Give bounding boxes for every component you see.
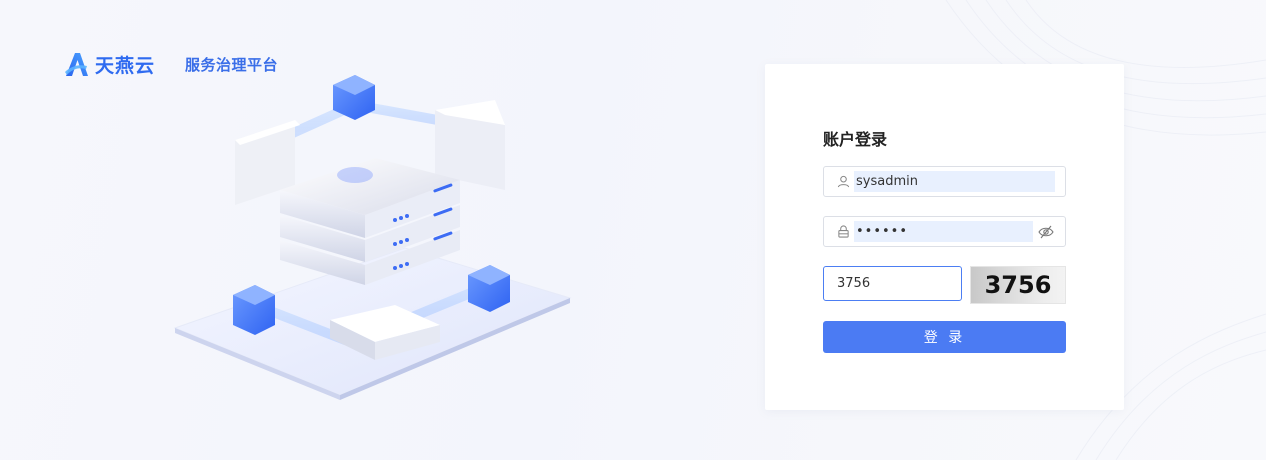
eye-off-icon[interactable] [1037, 224, 1055, 240]
username-field[interactable] [823, 166, 1066, 197]
stylized-a-logo-icon [65, 53, 88, 76]
username-input[interactable] [854, 171, 1055, 192]
password-field[interactable]: •••••• [823, 216, 1066, 247]
captcha-image[interactable]: 3756 [970, 266, 1066, 304]
user-icon [836, 175, 850, 189]
server-stack-network-illustration [173, 75, 572, 400]
password-input[interactable]: •••••• [854, 221, 1033, 242]
lock-icon [836, 225, 850, 239]
login-button[interactable]: 登 录 [823, 321, 1066, 353]
login-card: 账户登录 •••••• 3756 登 录 [765, 64, 1124, 410]
captcha-input[interactable] [823, 266, 962, 301]
brand-name: 天燕云 [95, 54, 156, 77]
login-title: 账户登录 [823, 130, 888, 149]
